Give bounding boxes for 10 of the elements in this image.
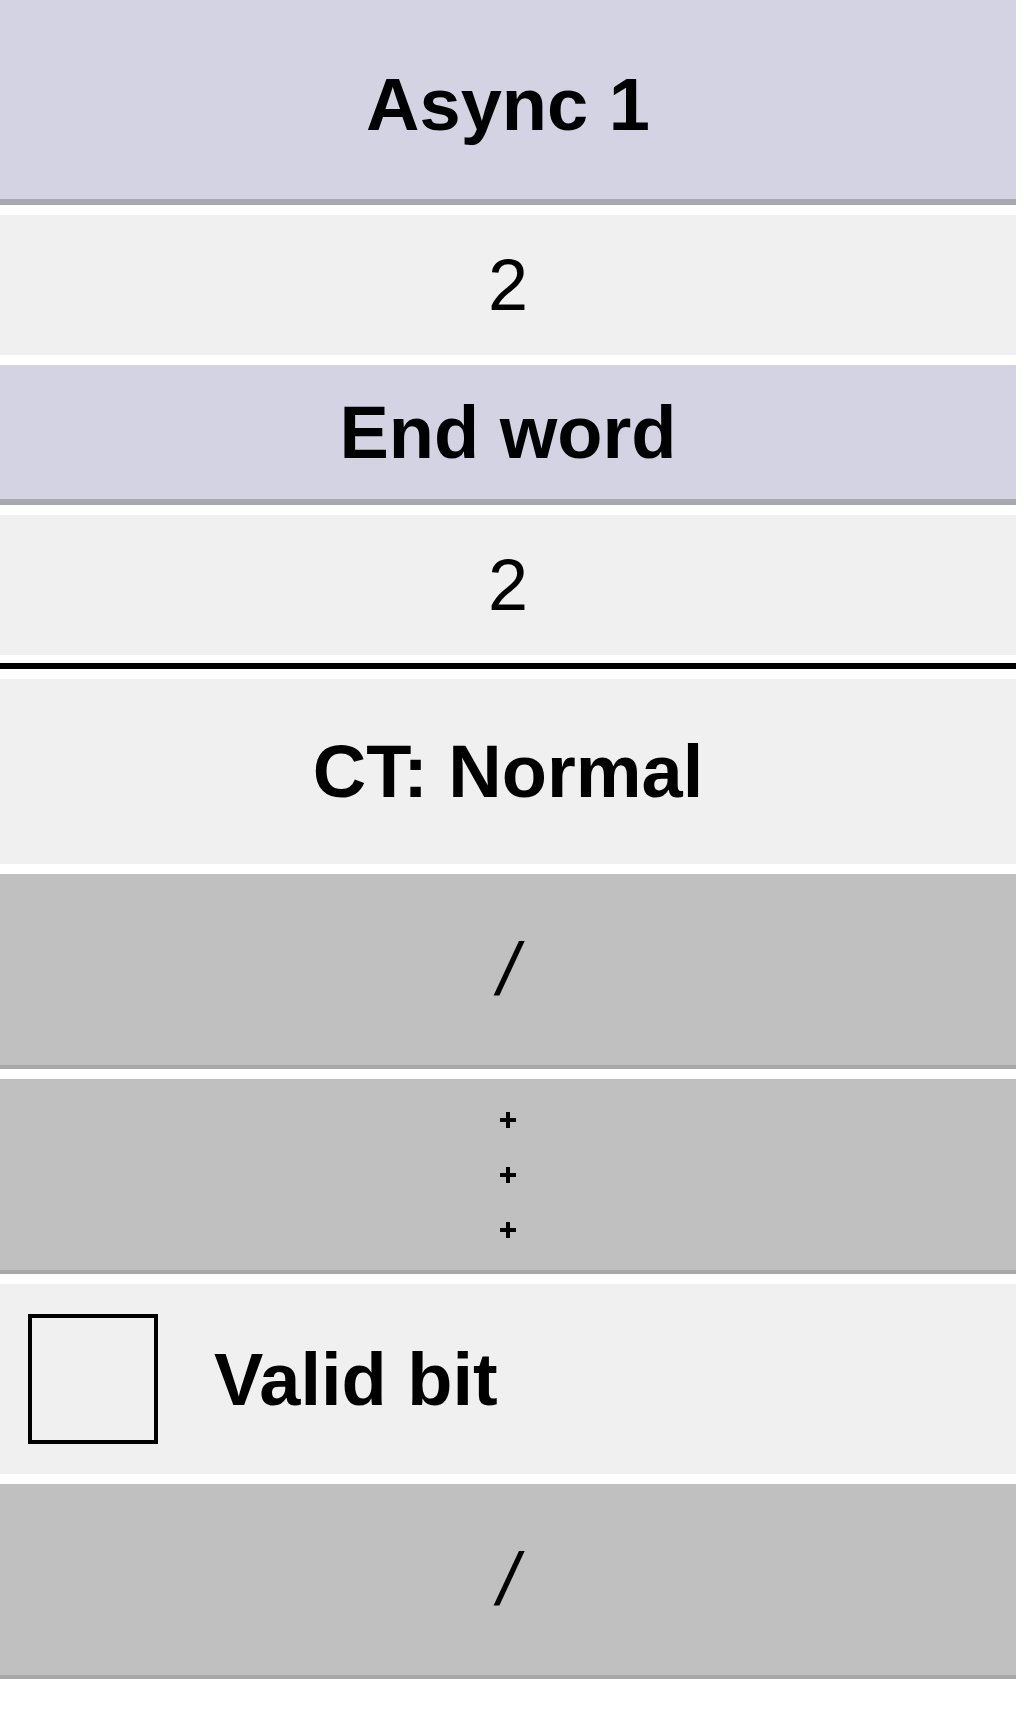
value-field: 2 — [0, 215, 1016, 355]
checkbox[interactable] — [28, 1314, 158, 1444]
section-header: End word — [0, 365, 1016, 505]
section-header: Async 1 — [0, 0, 1016, 205]
disabled-field: / — [0, 1484, 1016, 1679]
vertical-dots-icon — [498, 1109, 518, 1240]
value-field: 2 — [0, 515, 1016, 655]
checkbox-label: Valid bit — [214, 1336, 498, 1422]
disabled-field: / — [0, 874, 1016, 1069]
status-label: CT: Normal — [0, 679, 1016, 864]
